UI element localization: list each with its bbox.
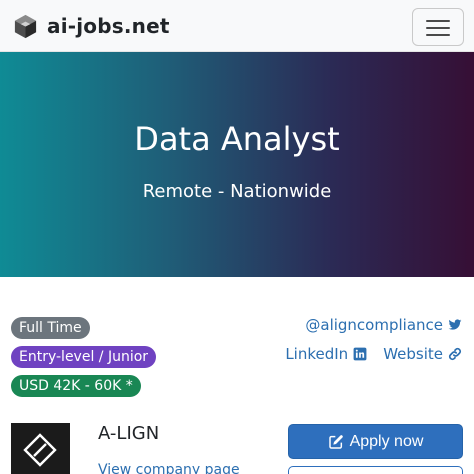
cube-logo-icon — [14, 14, 37, 38]
job-location: Remote - Nationwide — [142, 181, 332, 202]
employment-type-badge: Full Time — [11, 317, 90, 339]
job-title: Data Analyst — [134, 120, 340, 158]
secondary-action-button[interactable] — [288, 466, 463, 474]
website-link[interactable]: Website — [383, 345, 462, 363]
linkedin-link[interactable]: LinkedIn — [285, 345, 367, 363]
job-header: Data Analyst Remote - Nationwide — [0, 52, 474, 277]
twitter-link[interactable]: @aligncompliance — [305, 316, 462, 334]
brand-name: ai-jobs.net — [47, 14, 170, 38]
apply-now-label: Apply now — [349, 432, 424, 450]
brand-link[interactable]: ai-jobs.net — [12, 11, 170, 41]
hamburger-menu-icon — [426, 20, 450, 22]
a-lign-logo-icon — [23, 433, 57, 467]
linkedin-label: LinkedIn — [285, 345, 349, 363]
company-name: A-LIGN — [98, 423, 160, 444]
twitter-handle: @aligncompliance — [305, 316, 443, 334]
website-label: Website — [383, 345, 443, 363]
apply-now-button[interactable]: Apply now — [288, 424, 463, 459]
twitter-row: @aligncompliance — [305, 316, 462, 334]
edit-icon — [328, 434, 343, 449]
salary-badge: USD 42K - 60K * — [11, 375, 141, 397]
link-icon — [448, 347, 462, 361]
view-company-page-link[interactable]: View company page — [98, 462, 240, 474]
menu-toggle-button[interactable] — [412, 8, 464, 46]
navbar: ai-jobs.net — [0, 0, 474, 52]
company-logo[interactable] — [11, 423, 70, 474]
profile-links-row: LinkedIn Website — [285, 345, 462, 363]
twitter-icon — [448, 319, 462, 330]
experience-level-badge: Entry-level / Junior — [11, 346, 157, 368]
linkedin-icon — [353, 347, 367, 361]
